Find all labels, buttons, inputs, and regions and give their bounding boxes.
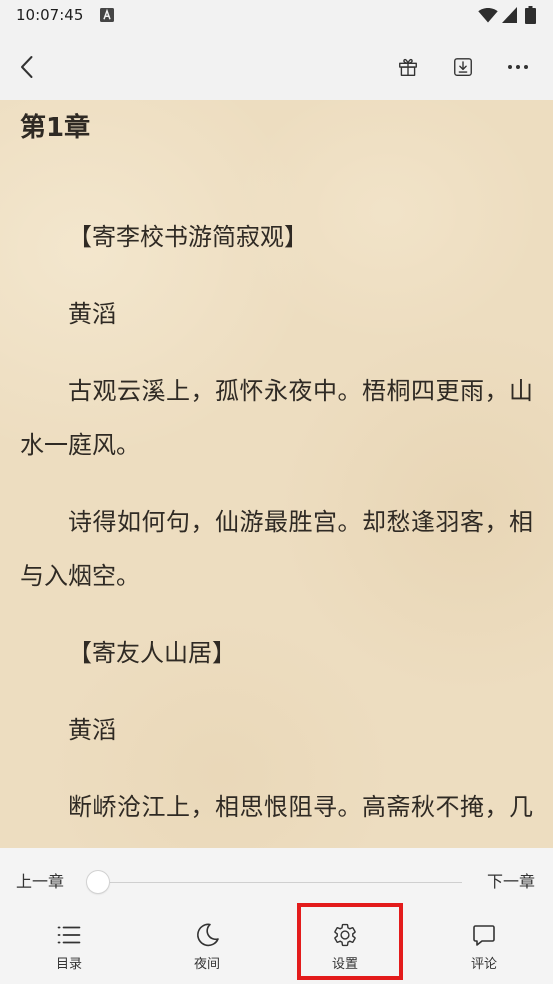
more-button[interactable] (503, 52, 533, 82)
chapter-content: 【寄李校书游简寂观】 黄滔 古观云溪上，孤怀永夜中。梧桐四更雨，山水一庭风。 诗… (20, 210, 533, 848)
slider-track[interactable] (98, 882, 462, 883)
reader-page[interactable]: 第1章 【寄李校书游简寂观】 黄滔 古观云溪上，孤怀永夜中。梧桐四更雨，山水一庭… (0, 100, 553, 848)
list-icon (56, 922, 82, 948)
gift-button[interactable] (393, 52, 423, 82)
paragraph: 【寄李校书游简寂观】 (68, 223, 308, 251)
wifi-icon (478, 8, 498, 23)
paragraph: 黄滔 (68, 300, 116, 328)
paragraph: 断峤沧江上，相思恨阻寻。高斋秋不掩，几 (68, 793, 533, 821)
bottom-nav: 目录 夜间 设置 评论 (0, 908, 553, 984)
nav-label: 夜间 (193, 957, 220, 972)
paragraph: 诗得如何句，仙游最胜宫。却愁逢羽客，相与入烟空。 (20, 508, 533, 590)
moon-icon (194, 922, 220, 948)
status-bar: 10:07:45 (0, 0, 553, 30)
nav-item-night-mode[interactable]: 夜间 (138, 908, 276, 984)
chapter-progress-slider[interactable] (87, 871, 462, 893)
notification-a-icon (100, 8, 114, 22)
nav-label: 设置 (331, 957, 358, 972)
download-icon (452, 56, 474, 78)
chevron-left-icon (19, 55, 35, 79)
chapter-title: 第1章 (20, 113, 91, 143)
back-button[interactable] (11, 50, 43, 84)
paragraph: 古观云溪上，孤怀永夜中。梧桐四更雨，山水一庭风。 (20, 377, 533, 459)
paragraph: 【寄友人山居】 (68, 639, 236, 667)
signal-icon (502, 7, 517, 23)
nav-label: 目录 (55, 957, 82, 972)
slider-thumb[interactable] (87, 871, 109, 893)
nav-item-catalog[interactable]: 目录 (0, 908, 138, 984)
next-chapter-button[interactable]: 下一章 (487, 871, 535, 893)
more-horizontal-icon (507, 64, 529, 70)
gear-icon (332, 922, 358, 948)
prev-chapter-button[interactable]: 上一章 (16, 871, 64, 893)
comment-icon (471, 922, 497, 948)
reader-menu-panel: 上一章 下一章 目录 夜间 设置 评论 (0, 848, 553, 984)
status-time: 10:07:45 (16, 6, 84, 24)
app-bar (0, 30, 553, 100)
gift-icon (397, 56, 419, 78)
download-button[interactable] (448, 52, 478, 82)
nav-item-settings[interactable]: 设置 (276, 908, 414, 984)
paragraph: 黄滔 (68, 716, 116, 744)
nav-label: 评论 (470, 957, 497, 972)
nav-item-comments[interactable]: 评论 (415, 908, 553, 984)
battery-icon (525, 6, 536, 24)
